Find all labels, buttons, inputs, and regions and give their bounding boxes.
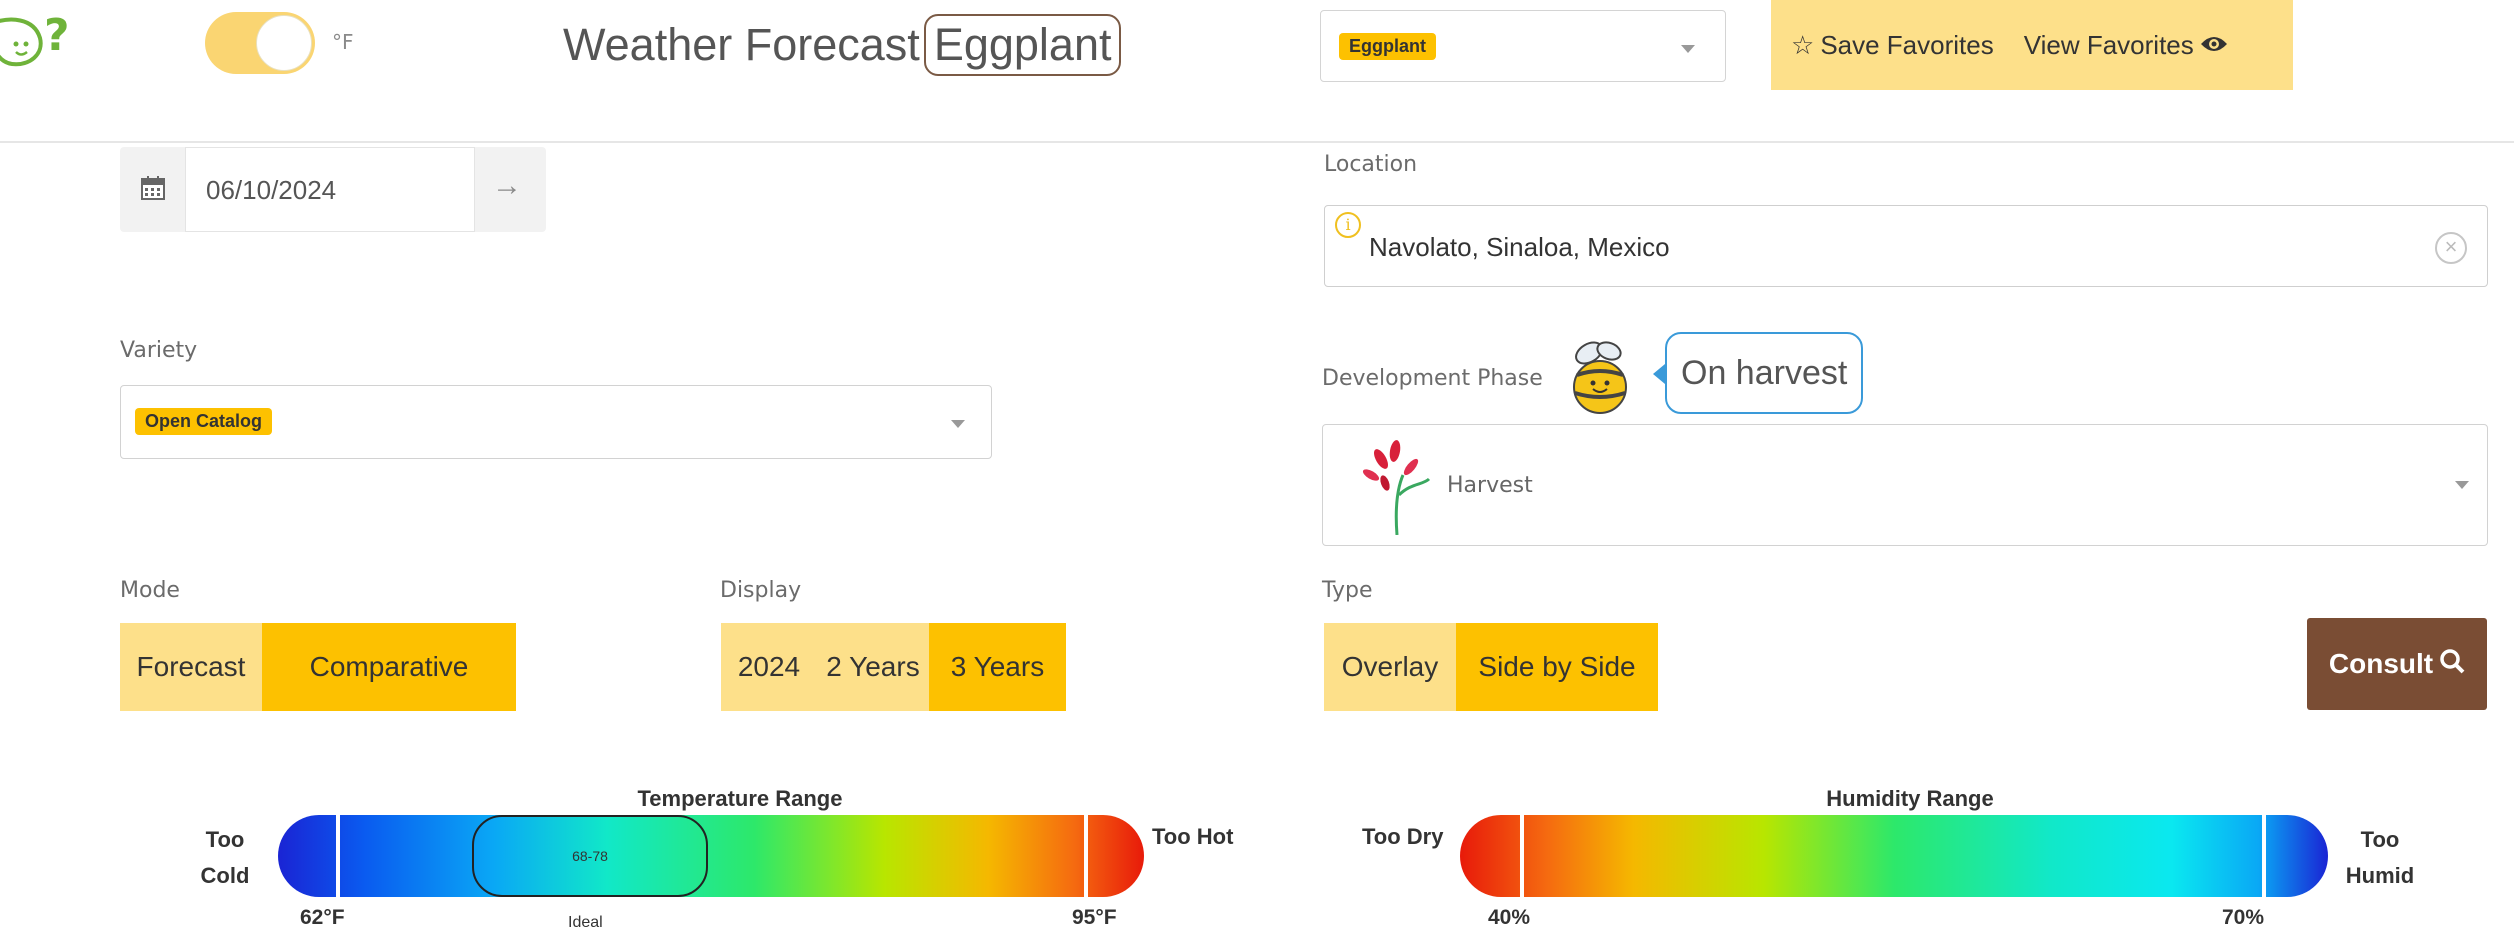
too-cold-line-2: Cold bbox=[200, 863, 250, 888]
phase-value: Harvest bbox=[1447, 473, 1533, 498]
too-cold-line-1: Too bbox=[205, 827, 245, 852]
temperature-range-title: Temperature Range bbox=[637, 786, 843, 811]
display-2024-button[interactable]: 2024 bbox=[721, 623, 817, 711]
svg-text:?: ? bbox=[44, 10, 70, 61]
humidity-max-label: 70% bbox=[2222, 906, 2265, 929]
temperature-min-marker bbox=[336, 815, 340, 897]
chevron-down-icon bbox=[1681, 45, 1695, 53]
mode-toggle: Forecast Comparative bbox=[120, 623, 516, 711]
flower-icon bbox=[1351, 439, 1441, 536]
header-divider bbox=[0, 141, 2514, 143]
date-input[interactable]: 06/10/2024 bbox=[185, 147, 475, 232]
chevron-down-icon bbox=[951, 420, 965, 428]
bee-icon bbox=[1565, 335, 1635, 417]
page-title: Weather Forecast Eggplant bbox=[563, 14, 1122, 76]
humidity-max-marker bbox=[2262, 815, 2266, 897]
star-icon: ☆ bbox=[1791, 29, 1815, 60]
too-humid-label: Too Humid bbox=[2340, 822, 2420, 894]
crop-chip: Eggplant bbox=[1339, 33, 1436, 60]
phase-status-bubble: On harvest bbox=[1652, 332, 1864, 414]
unit-toggle[interactable] bbox=[205, 12, 315, 74]
save-favorites-label: Save Favorites bbox=[1820, 29, 1994, 60]
humidity-range-title: Humidity Range bbox=[1826, 786, 1994, 811]
location-input[interactable]: i Navolato, Sinaloa, Mexico × bbox=[1324, 205, 2488, 287]
too-cold-label: Too Cold bbox=[190, 822, 260, 894]
humidity-min-label: 40% bbox=[1488, 906, 1531, 929]
location-label: Location bbox=[1324, 152, 1418, 177]
phase-select[interactable]: Harvest bbox=[1322, 424, 2488, 546]
variety-label: Variety bbox=[120, 338, 198, 363]
date-picker: 06/10/2024 → bbox=[120, 147, 546, 232]
temperature-min-label: 62°F bbox=[300, 906, 345, 929]
type-overlay-button[interactable]: Overlay bbox=[1324, 623, 1456, 711]
favorites-bar: ☆ Save Favorites View Favorites bbox=[1771, 0, 2293, 90]
display-3-years-button[interactable]: 3 Years bbox=[929, 623, 1066, 711]
search-icon bbox=[2439, 648, 2465, 681]
consult-label: Consult bbox=[2328, 648, 2434, 679]
too-humid-line-2: Humid bbox=[2345, 863, 2415, 888]
view-favorites-label: View Favorites bbox=[2023, 29, 2194, 60]
title-crop: Eggplant bbox=[923, 14, 1122, 76]
unit-label: °F bbox=[332, 30, 354, 54]
development-phase-label: Development Phase bbox=[1322, 366, 1543, 391]
eggplant-question-icon: ? bbox=[0, 0, 80, 80]
title-text: Weather Forecast bbox=[563, 19, 920, 70]
save-favorites-button[interactable]: ☆ Save Favorites bbox=[1791, 30, 1994, 61]
too-humid-line-1: Too bbox=[2360, 827, 2400, 852]
consult-button[interactable]: Consult bbox=[2307, 618, 2487, 710]
display-toggle: 2024 2 Years 3 Years bbox=[721, 623, 1066, 711]
mode-comparative-button[interactable]: Comparative bbox=[262, 623, 516, 711]
humidity-min-marker bbox=[1520, 815, 1524, 897]
location-value: Navolato, Sinaloa, Mexico bbox=[1369, 232, 1670, 262]
crop-select[interactable]: Eggplant bbox=[1320, 10, 1726, 82]
too-hot-label: Too Hot bbox=[1152, 824, 1234, 849]
display-2-years-button[interactable]: 2 Years bbox=[817, 623, 929, 711]
type-toggle: Overlay Side by Side bbox=[1324, 623, 1658, 711]
mode-label: Mode bbox=[120, 578, 180, 603]
temperature-range-bar bbox=[278, 815, 1144, 897]
clear-icon[interactable]: × bbox=[2435, 232, 2467, 264]
calendar-icon bbox=[140, 175, 166, 201]
display-label: Display bbox=[720, 578, 802, 603]
variety-chip: Open Catalog bbox=[135, 408, 273, 435]
mode-forecast-button[interactable]: Forecast bbox=[120, 623, 262, 711]
humidity-range-bar bbox=[1460, 815, 2328, 897]
chevron-down-icon bbox=[2455, 481, 2469, 489]
temperature-max-marker bbox=[1084, 815, 1088, 897]
info-icon: i bbox=[1335, 212, 1361, 238]
ideal-label: Ideal bbox=[568, 914, 603, 931]
type-side-by-side-button[interactable]: Side by Side bbox=[1456, 623, 1658, 711]
view-favorites-button[interactable]: View Favorites bbox=[2024, 30, 2228, 61]
arrow-right-icon[interactable]: → bbox=[492, 169, 522, 203]
ideal-range-box: 68-78 bbox=[472, 815, 708, 897]
variety-select[interactable]: Open Catalog bbox=[120, 385, 992, 459]
too-dry-label: Too Dry bbox=[1362, 824, 1444, 849]
eye-icon bbox=[2200, 30, 2228, 61]
temperature-max-label: 95°F bbox=[1072, 906, 1117, 929]
type-label: Type bbox=[1322, 578, 1373, 603]
